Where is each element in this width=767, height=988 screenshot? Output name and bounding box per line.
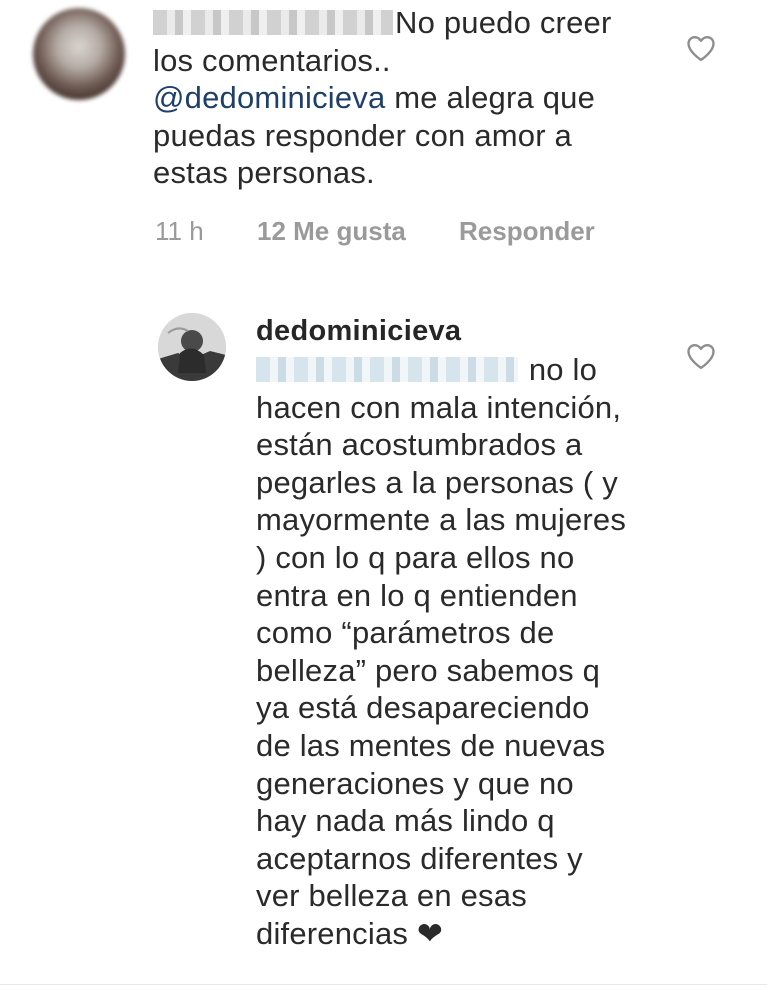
comment-line-4: puedas responder con amor a (153, 117, 572, 153)
reply-button[interactable]: Responder (459, 216, 595, 247)
comment-text: No puedo creer los comentarios.. @dedomi… (153, 4, 673, 192)
reply-line: belleza” pero sabemos q (256, 652, 601, 688)
reply-line: como “parámetros de (256, 615, 555, 651)
reply-line: hay nada más lindo q (256, 803, 555, 839)
redacted-mention[interactable] (256, 357, 518, 382)
like-heart-icon[interactable] (686, 34, 716, 62)
commenter-avatar[interactable] (33, 8, 125, 100)
reply-line: ver belleza en esas (256, 878, 527, 914)
comment-line-2: los comentarios.. (153, 42, 391, 78)
reply-like-heart-icon[interactable] (686, 342, 716, 370)
avatar-photo-icon (158, 313, 226, 381)
reply-line: están acostumbrados a (256, 427, 583, 463)
divider (0, 984, 767, 985)
comment-line-1: No puedo creer (395, 5, 612, 40)
reply-line: pegarles a la personas ( y (256, 464, 618, 500)
reply-text: no lo hacen con mala intención, están ac… (256, 351, 676, 953)
reply-line: de las mentes de nuevas (256, 727, 606, 763)
comment-likes-count[interactable]: 12 Me gusta (257, 216, 406, 247)
reply-avatar[interactable] (158, 313, 226, 381)
reply-line: aceptarnos diferentes y (256, 840, 583, 876)
reply-username[interactable]: dedominicieva (256, 315, 461, 348)
reply-line: no lo (528, 352, 598, 387)
comment-line-5: estas personas. (153, 155, 375, 191)
reply-line: ya está desapareciendo (256, 690, 590, 726)
reply-line: ) con lo q para ellos no (256, 539, 575, 575)
reply-line: entra en lo q entienden (256, 577, 578, 613)
reply-line: diferencias ❤ (256, 915, 444, 951)
reply-line: generaciones y que no (256, 765, 574, 801)
comment-line-3: me alegra que (385, 80, 596, 116)
mention-link[interactable]: @dedominicieva (153, 80, 385, 115)
reply-line: mayormente a las mujeres (256, 502, 627, 538)
comment-timestamp: 11 h (155, 216, 204, 246)
reply-line: hacen con mala intención, (256, 389, 622, 425)
redacted-username[interactable] (153, 10, 393, 35)
